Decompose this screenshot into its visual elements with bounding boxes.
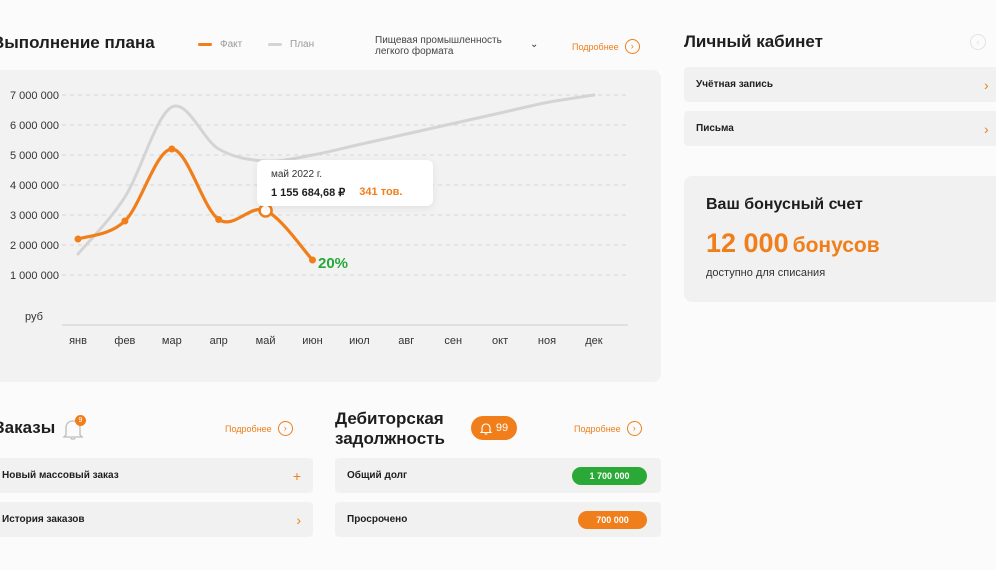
- new-bulk-order-label: Новый массовый заказ: [2, 470, 119, 481]
- letters-link[interactable]: Письма ›: [684, 111, 996, 146]
- chevron-down-icon[interactable]: ⌄: [530, 39, 538, 50]
- debt-badge-count: 99: [495, 422, 509, 434]
- new-bulk-order-button[interactable]: Новый массовый заказ +: [0, 458, 313, 493]
- y-unit-label: руб: [25, 311, 43, 323]
- y-tick-label: 5 000 000: [10, 150, 59, 162]
- y-tick-label: 7 000 000: [10, 90, 59, 102]
- x-tick-label: апр: [210, 335, 228, 347]
- y-tick-label: 4 000 000: [10, 180, 59, 192]
- bonus-subtitle: доступно для списания: [706, 267, 826, 279]
- plan-more-link[interactable]: Подробнее ›: [572, 39, 640, 54]
- fact-point: [168, 145, 176, 153]
- x-tick-label: ноя: [538, 335, 556, 347]
- arrow-right-circle-icon: ›: [624, 39, 640, 54]
- overdue-debt-label: Просрочено: [347, 514, 408, 525]
- order-history-button[interactable]: История заказов ›: [0, 502, 313, 537]
- chevron-right-icon: ›: [984, 120, 989, 137]
- x-tick-label: май: [256, 335, 276, 347]
- chevron-right-icon: ›: [296, 511, 301, 528]
- x-tick-label: янв: [69, 335, 87, 347]
- orders-title: Заказы: [0, 418, 56, 437]
- chart-tooltip: май 2022 г. 1 155 684,68 ₽ 341 тов.: [257, 160, 433, 206]
- plan-title: Выполнение плана: [0, 33, 155, 52]
- debt-more-label: Подробнее: [574, 423, 621, 434]
- debt-title: Дебиторская задолжность: [335, 409, 445, 449]
- bonus-amount: 12 000: [706, 228, 789, 258]
- legend-fact-label: Факт: [220, 39, 243, 50]
- orders-more-label: Подробнее: [225, 423, 272, 434]
- legend-plan[interactable]: План: [268, 39, 314, 50]
- tooltip-goods: 341 тов.: [359, 186, 403, 198]
- bonus-unit: бонусов: [792, 234, 880, 257]
- debt-notifications[interactable]: 99: [471, 416, 517, 440]
- fact-point: [215, 216, 223, 223]
- x-tick-label: авг: [398, 335, 414, 347]
- account-label: Учётная запись: [696, 79, 773, 90]
- arrow-right-circle-icon: ›: [626, 421, 642, 436]
- bonus-title: Ваш бонусный счет: [706, 196, 863, 213]
- debt-more-link[interactable]: Подробнее ›: [574, 421, 642, 436]
- legend-plan-label: План: [290, 39, 315, 50]
- legend-fact-swatch: [198, 43, 212, 46]
- plan-percent: 20%: [318, 255, 349, 272]
- order-history-label: История заказов: [2, 514, 85, 525]
- bell-icon: [479, 422, 492, 435]
- overdue-debt-row: Просрочено 700 000: [335, 502, 661, 537]
- fact-point: [309, 256, 316, 264]
- total-debt-pill: 1 700 000: [572, 466, 647, 485]
- legend-plan-swatch: [268, 43, 282, 46]
- chevron-right-icon: ›: [984, 76, 989, 93]
- y-tick-label: 1 000 000: [10, 270, 59, 282]
- x-tick-label: окт: [492, 335, 508, 347]
- arrow-left-circle-icon[interactable]: ‹: [970, 34, 986, 50]
- plan-chart: 7 000 000 6 000 000 5 000 000 4 000 000 3 00…: [10, 90, 628, 347]
- x-tick-label: сен: [444, 335, 462, 347]
- y-tick-label: 6 000 000: [10, 120, 59, 132]
- industry-filter-select[interactable]: Пищевая промышленность легкого формата: [375, 35, 525, 57]
- orders-badge: 9: [75, 415, 86, 426]
- x-tick-label: фев: [114, 335, 135, 347]
- total-debt-label: Общий долг: [347, 470, 408, 481]
- x-tick-label: дек: [585, 335, 603, 347]
- plan-more-label: Подробнее: [572, 41, 619, 52]
- x-tick-label: мар: [162, 335, 182, 347]
- orders-notifications[interactable]: 9: [62, 415, 86, 441]
- letters-label: Письма: [696, 123, 734, 134]
- fact-point: [74, 235, 82, 243]
- total-debt-row: Общий долг 1 700 000: [335, 458, 661, 493]
- fact-point-highlight: [258, 203, 273, 218]
- y-tick-label: 3 000 000: [10, 210, 59, 222]
- overdue-debt-pill: 700 000: [578, 510, 647, 529]
- tooltip-amount: 1 155 684,68 ₽: [271, 187, 346, 199]
- x-tick-label: июл: [349, 335, 370, 347]
- orders-more-link[interactable]: Подробнее ›: [225, 421, 293, 436]
- debt-title-line2: задолжность: [335, 429, 445, 448]
- legend-fact[interactable]: Факт: [198, 39, 242, 50]
- y-tick-label: 2 000 000: [10, 240, 59, 252]
- x-tick-label: июн: [302, 335, 322, 347]
- debt-title-line1: Дебиторская: [335, 409, 444, 428]
- plus-icon: +: [292, 467, 301, 484]
- fact-point: [121, 217, 129, 225]
- cabinet-title: Личный кабинет: [684, 32, 823, 51]
- arrow-right-circle-icon: ›: [277, 421, 293, 436]
- bonus-value: 12 000 бонусов: [706, 228, 880, 259]
- account-link[interactable]: Учётная запись ›: [684, 67, 996, 102]
- tooltip-date: май 2022 г.: [271, 169, 323, 180]
